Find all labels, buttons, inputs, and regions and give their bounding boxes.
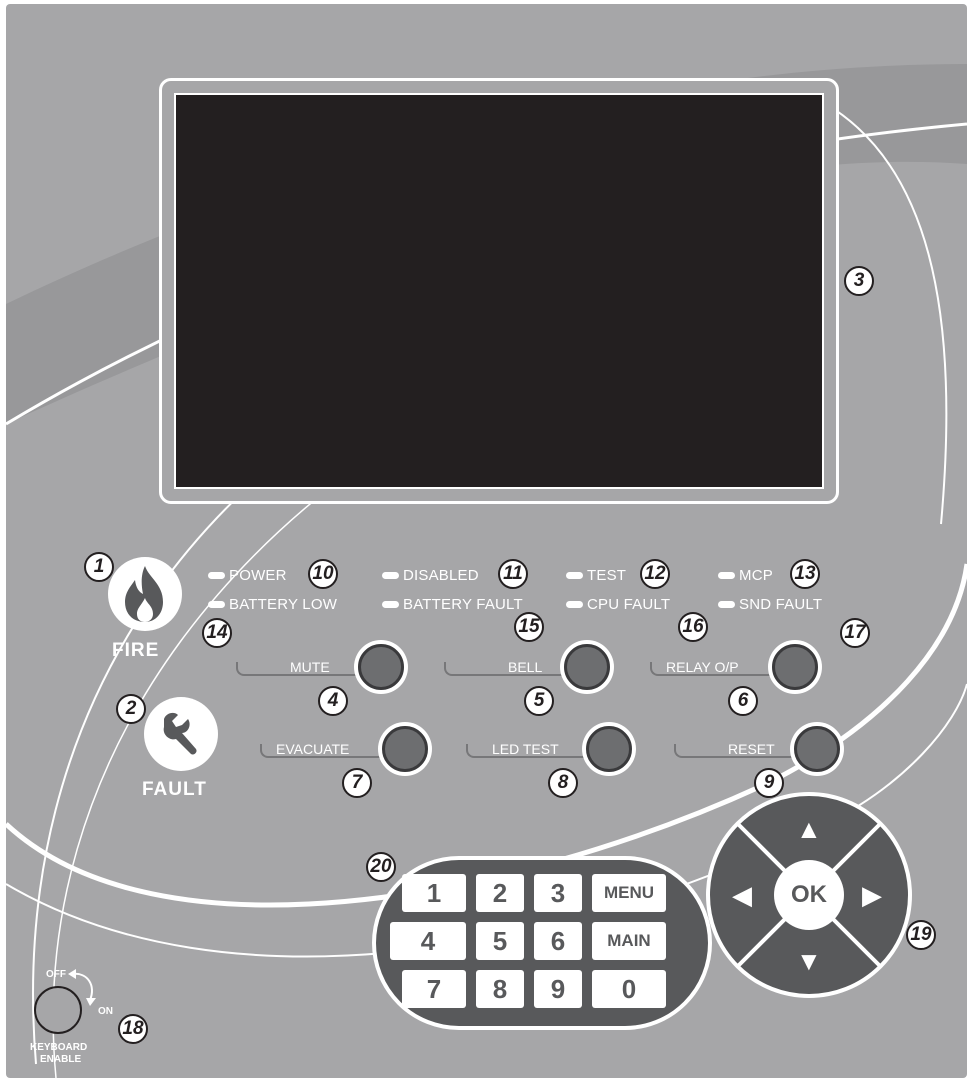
key-9[interactable]: 9 (534, 970, 582, 1008)
key-6[interactable]: 6 (534, 922, 582, 960)
callout-9: 9 (754, 768, 784, 798)
callout-1: 1 (84, 552, 114, 582)
wrench-icon (163, 712, 197, 755)
flame-icon (125, 566, 163, 622)
key-5[interactable]: 5 (476, 922, 524, 960)
led-label: BATTERY FAULT (403, 596, 523, 613)
callout-11: 11 (498, 559, 528, 589)
evacuate-label: EVACUATE (276, 741, 350, 757)
keyboard-caption: KEYBOARD (30, 1042, 88, 1053)
callout-20: 20 (366, 852, 396, 882)
led-cpu-fault: CPU FAULT (566, 596, 670, 613)
led-battery-low: BATTERY LOW (208, 596, 337, 613)
evacuate-button[interactable] (378, 722, 432, 776)
relay-op-button[interactable] (768, 640, 822, 694)
arrow-right-button[interactable]: ▶ (862, 882, 882, 908)
fault-indicator (144, 697, 218, 771)
switch-off-label: OFF (46, 969, 66, 980)
ok-button[interactable]: OK (774, 860, 844, 930)
led-label: POWER (229, 567, 287, 584)
callout-6: 6 (728, 686, 758, 716)
led-label: BATTERY LOW (229, 596, 338, 613)
keypad: 1 2 3 MENU 4 5 6 MAIN 7 8 9 0 (372, 856, 712, 1030)
callout-8: 8 (548, 768, 578, 798)
arrow-up-button[interactable]: ▲ (796, 816, 822, 842)
key-main[interactable]: MAIN (592, 922, 666, 960)
button-guide-line (444, 662, 564, 676)
reset-label: RESET (728, 741, 775, 757)
callout-7: 7 (342, 768, 372, 798)
reset-button[interactable] (790, 722, 844, 776)
led-dot (208, 572, 225, 579)
callout-13: 13 (790, 559, 820, 589)
led-dot (382, 572, 399, 579)
led-snd-fault: SND FAULT (718, 596, 822, 613)
callout-2: 2 (116, 694, 146, 724)
callout-12: 12 (640, 559, 670, 589)
led-dot (566, 601, 583, 608)
led-dot (382, 601, 399, 608)
key-0[interactable]: 0 (592, 970, 666, 1008)
mute-button[interactable] (354, 640, 408, 694)
callout-3: 3 (844, 266, 874, 296)
callout-15: 15 (514, 612, 544, 642)
callout-19: 19 (906, 920, 936, 950)
led-test: TEST (566, 567, 626, 584)
keyboard-enable-switch[interactable] (34, 986, 82, 1034)
fire-label: FIRE (112, 640, 160, 661)
arrow-left-button[interactable]: ◀ (732, 882, 752, 908)
key-menu[interactable]: MENU (592, 874, 666, 912)
key-2[interactable]: 2 (476, 874, 524, 912)
arrow-down-button[interactable]: ▼ (796, 948, 822, 974)
led-label: SND FAULT (739, 596, 823, 613)
led-label: CPU FAULT (587, 596, 671, 613)
led-label: TEST (587, 567, 627, 584)
callout-17: 17 (840, 618, 870, 648)
led-dot (718, 572, 735, 579)
callout-4: 4 (318, 686, 348, 716)
led-disabled: DISABLED (382, 567, 479, 584)
switch-on-label: ON (98, 1006, 113, 1017)
fire-indicator (108, 557, 182, 631)
fault-label: FAULT (142, 779, 207, 800)
led-dot (208, 601, 225, 608)
led-dot (566, 572, 583, 579)
relay-op-label: RELAY O/P (666, 659, 739, 675)
callout-16: 16 (678, 612, 708, 642)
led-label: MCP (739, 567, 773, 584)
key-3[interactable]: 3 (534, 874, 582, 912)
bell-label: BELL (508, 659, 543, 675)
led-label: DISABLED (403, 567, 479, 584)
mute-label: MUTE (290, 659, 330, 675)
lcd-frame (159, 78, 839, 504)
led-dot (718, 601, 735, 608)
navigation-pad: ▲ ▼ ◀ ▶ OK (706, 792, 912, 998)
callout-18: 18 (118, 1014, 148, 1044)
key-4[interactable]: 4 (390, 922, 466, 960)
led-battery-fault: BATTERY FAULT (382, 596, 523, 613)
led-test-button[interactable] (582, 722, 636, 776)
bell-button[interactable] (560, 640, 614, 694)
callout-5: 5 (524, 686, 554, 716)
callout-14: 14 (202, 618, 232, 648)
key-1[interactable]: 1 (402, 874, 466, 912)
led-test-label: LED TEST (492, 741, 559, 757)
key-7[interactable]: 7 (402, 970, 466, 1008)
key-8[interactable]: 8 (476, 970, 524, 1008)
callout-10: 10 (308, 559, 338, 589)
led-mcp: MCP (718, 567, 773, 584)
enable-caption: ENABLE (40, 1054, 82, 1065)
led-power: POWER (208, 567, 287, 584)
fire-panel: FIRE FAULT POWER DISABLED TEST MCP BATTE… (6, 4, 967, 1078)
lcd-display (174, 93, 824, 489)
